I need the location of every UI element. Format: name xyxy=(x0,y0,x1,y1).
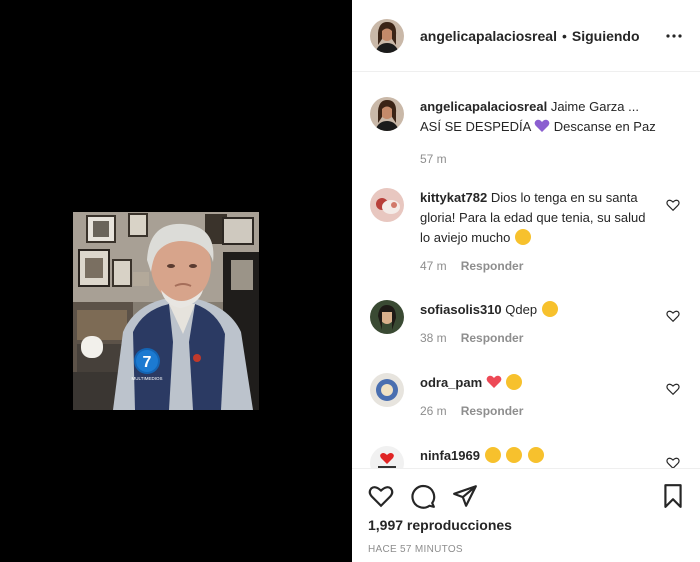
comment-body: ninfa1969 xyxy=(420,446,648,468)
commenter-avatar[interactable] xyxy=(370,446,404,468)
comment-item: kittykat782 Dios lo tenga en su santa gl… xyxy=(370,188,688,276)
caption-text-line-1: Jaime Garza ... xyxy=(550,99,639,114)
comment-text: Qdep xyxy=(505,302,538,317)
post-sidebar: angelicapalaciosreal • Siguiendo angelic… xyxy=(352,0,700,562)
caption-author-avatar[interactable] xyxy=(370,97,404,131)
following-button[interactable]: Siguiendo xyxy=(572,28,640,44)
red-heart-emoji-icon xyxy=(486,375,502,388)
separator-dot: • xyxy=(561,27,567,44)
save-bookmark-icon[interactable] xyxy=(660,483,686,509)
comment-username[interactable]: kittykat782 xyxy=(420,190,487,205)
video-player[interactable]: 7 MULTIMEDIOS xyxy=(73,212,259,410)
comment-timestamp: 47 m xyxy=(420,259,447,273)
media-pane: 7 MULTIMEDIOS xyxy=(0,0,352,562)
worried-face-emoji-icon xyxy=(484,447,501,463)
reply-button[interactable]: Responder xyxy=(461,401,524,421)
caption-text-line-3: Descanse en Paz xyxy=(553,119,656,134)
author-username[interactable]: angelicapalaciosreal xyxy=(420,28,557,44)
view-count[interactable]: 1,997 reproducciones xyxy=(368,517,512,533)
sad-face-emoji-icon xyxy=(514,229,531,245)
comment-timestamp: 26 m xyxy=(420,404,447,418)
comment-username[interactable]: ninfa1969 xyxy=(420,448,480,463)
author-avatar[interactable] xyxy=(370,18,404,53)
comments-list[interactable]: angelicapalaciosreal Jaime Garza ... ASÍ… xyxy=(352,73,700,468)
sad-face-emoji-icon xyxy=(541,301,558,317)
caption-username[interactable]: angelicapalaciosreal xyxy=(420,99,547,114)
comment-username[interactable]: odra_pam xyxy=(420,375,482,390)
like-comment-heart-icon[interactable] xyxy=(666,456,680,468)
commenter-avatar[interactable] xyxy=(370,188,404,222)
logo-caption: MULTIMEDIOS xyxy=(132,376,163,381)
like-comment-heart-icon[interactable] xyxy=(666,309,680,323)
like-comment-heart-icon[interactable] xyxy=(666,198,680,212)
comment-timestamp: 38 m xyxy=(420,331,447,345)
worried-face-emoji-icon xyxy=(506,447,523,463)
post-actions: 1,997 reproducciones HACE 57 MINUTOS xyxy=(352,468,700,562)
like-comment-heart-icon[interactable] xyxy=(666,382,680,396)
more-options-icon[interactable] xyxy=(664,26,684,46)
caption-body: angelicapalaciosreal Jaime Garza ... ASÍ… xyxy=(420,97,656,169)
reply-button[interactable]: Responder xyxy=(461,328,524,348)
like-heart-icon[interactable] xyxy=(368,483,394,509)
commenter-avatar[interactable] xyxy=(370,300,404,334)
comment-item: ninfa1969 xyxy=(370,446,688,468)
caption-timestamp: 57 m xyxy=(420,152,447,166)
purple-heart-icon xyxy=(534,119,550,132)
comment-username[interactable]: sofiasolis310 xyxy=(420,302,502,317)
share-paper-plane-icon[interactable] xyxy=(452,483,478,509)
caption-text-line-2: ASÍ SE DESPEDÍA xyxy=(420,119,531,134)
worried-face-emoji-icon xyxy=(527,447,544,463)
post-header: angelicapalaciosreal • Siguiendo xyxy=(352,0,700,72)
comment-item: sofiasolis310 Qdep 38 m Responder xyxy=(370,300,688,348)
post-caption: angelicapalaciosreal Jaime Garza ... ASÍ… xyxy=(370,97,688,169)
video-frame-image: 7 MULTIMEDIOS xyxy=(73,212,259,410)
logo-number: 7 xyxy=(143,354,152,371)
star-eyes-emoji-icon xyxy=(506,374,523,390)
comment-bubble-icon[interactable] xyxy=(410,483,436,509)
comment-item: odra_pam 26 m Responder xyxy=(370,373,688,421)
comment-body: odra_pam 26 m Responder xyxy=(420,373,648,421)
comment-body: kittykat782 Dios lo tenga en su santa gl… xyxy=(420,188,648,276)
reply-button[interactable]: Responder xyxy=(461,256,524,276)
comment-body: sofiasolis310 Qdep 38 m Responder xyxy=(420,300,648,348)
post-timestamp: HACE 57 MINUTOS xyxy=(368,544,463,555)
commenter-avatar[interactable] xyxy=(370,373,404,407)
